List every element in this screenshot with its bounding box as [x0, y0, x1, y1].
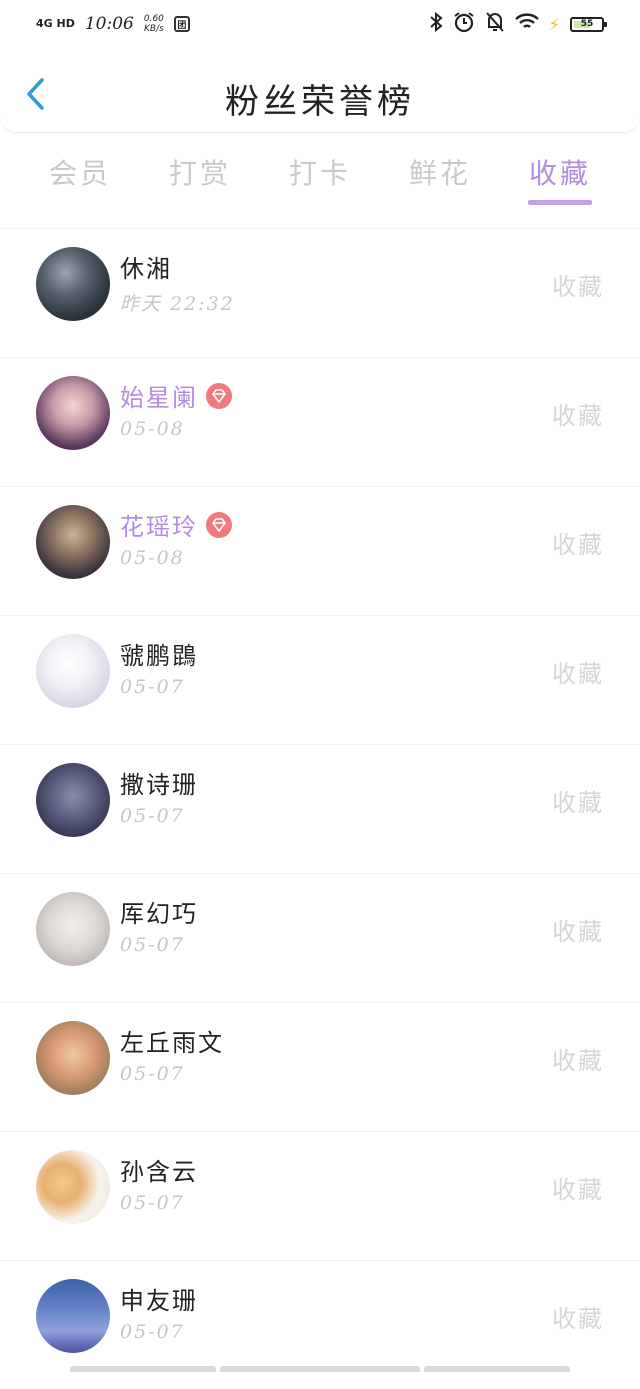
- app-notification-icon: 团: [173, 16, 190, 32]
- charging-icon: ⚡: [548, 14, 560, 34]
- list-item[interactable]: 撒诗珊 05-07 收藏: [0, 744, 640, 873]
- fan-date: 05-07: [120, 676, 185, 698]
- fan-date: 05-07: [120, 934, 185, 956]
- alarm-icon: [453, 11, 475, 37]
- battery-level: 55: [580, 19, 594, 29]
- speed-unit: KB/s: [143, 24, 164, 34]
- favorite-label: 收藏: [552, 660, 604, 688]
- list-item[interactable]: 左丘雨文 05-07 收藏: [0, 1002, 640, 1131]
- list-item[interactable]: 始星阑 05-08 收藏: [0, 357, 640, 486]
- avatar[interactable]: [36, 763, 110, 837]
- clock: 10:06: [84, 14, 134, 34]
- favorite-label: 收藏: [552, 1176, 604, 1204]
- list-item[interactable]: 休湘 昨天 22:32 收藏: [0, 228, 640, 357]
- fan-name[interactable]: 孙含云: [120, 1152, 198, 1187]
- scroll-segment: [220, 1366, 420, 1372]
- avatar[interactable]: [36, 376, 110, 450]
- fan-name[interactable]: 休湘: [120, 249, 172, 284]
- fan-date: 昨天 22:32: [120, 293, 235, 315]
- bluetooth-icon: [429, 11, 443, 36]
- avatar[interactable]: [36, 247, 110, 321]
- favorite-label: 收藏: [552, 789, 604, 817]
- favorite-label: 收藏: [552, 1305, 604, 1333]
- avatar[interactable]: [36, 892, 110, 966]
- favorite-label: 收藏: [552, 402, 604, 430]
- scroll-segment: [70, 1366, 216, 1372]
- network-indicator: 4G HD: [36, 17, 75, 30]
- tab-favorites[interactable]: 收藏: [515, 140, 605, 210]
- status-right: ⚡ 55: [429, 11, 607, 37]
- tab-flowers[interactable]: 鲜花: [395, 140, 485, 210]
- avatar[interactable]: [36, 1150, 110, 1224]
- vip-diamond-icon: [206, 511, 232, 538]
- avatar[interactable]: [36, 1021, 110, 1095]
- favorite-label: 收藏: [552, 531, 604, 559]
- list-item[interactable]: 孙含云 05-07 收藏: [0, 1131, 640, 1260]
- status-bar: 4G HD 10:06 0.60 KB/s 团 ⚡ 55: [0, 0, 640, 48]
- vip-diamond-icon: [206, 382, 232, 409]
- favorite-label: 收藏: [552, 1047, 604, 1075]
- list-item[interactable]: 花瑶玲 05-08 收藏: [0, 486, 640, 615]
- fan-name[interactable]: 撒诗珊: [120, 765, 198, 800]
- battery-icon: 55: [570, 16, 607, 32]
- fan-date: 05-07: [120, 1321, 185, 1343]
- avatar[interactable]: [36, 634, 110, 708]
- fan-name[interactable]: 始星阑: [120, 378, 198, 413]
- page-title: 粉丝荣誉榜: [225, 82, 415, 122]
- fan-date: 05-08: [120, 547, 185, 569]
- list-item[interactable]: 虢鹏鵾 05-07 收藏: [0, 615, 640, 744]
- fan-name[interactable]: 花瑶玲: [120, 507, 198, 542]
- avatar[interactable]: [36, 505, 110, 579]
- tab-members[interactable]: 会员: [35, 140, 125, 210]
- favorite-label: 收藏: [552, 918, 604, 946]
- bottom-scroll-indicator: [70, 1366, 570, 1372]
- speed-value: 0.60: [143, 14, 164, 24]
- fan-date: 05-07: [120, 805, 185, 827]
- fan-list: 休湘 昨天 22:32 收藏 始星阑 05-08 收藏 花瑶玲 05-08 收藏…: [0, 228, 640, 1389]
- scroll-segment: [424, 1366, 570, 1372]
- fan-name[interactable]: 虢鹏鵾: [120, 636, 198, 671]
- fan-name[interactable]: 左丘雨文: [120, 1023, 224, 1058]
- wifi-icon: [514, 13, 539, 35]
- fan-name[interactable]: 厍幻巧: [120, 894, 198, 929]
- tab-tips[interactable]: 打赏: [155, 140, 245, 210]
- list-item[interactable]: 厍幻巧 05-07 收藏: [0, 873, 640, 1002]
- mute-icon: [485, 11, 505, 37]
- fan-date: 05-08: [120, 418, 185, 440]
- tab-bar: 会员 打赏 打卡 鲜花 收藏: [0, 140, 640, 210]
- avatar[interactable]: [36, 1279, 110, 1353]
- fan-date: 05-07: [120, 1063, 185, 1085]
- app-header: 粉丝荣誉榜: [0, 48, 640, 133]
- favorite-label: 收藏: [552, 273, 604, 301]
- tab-checkin[interactable]: 打卡: [275, 140, 365, 210]
- status-left: 4G HD 10:06 0.60 KB/s 团: [36, 14, 190, 34]
- fan-date: 05-07: [120, 1192, 185, 1214]
- fan-name[interactable]: 申友珊: [120, 1281, 198, 1316]
- network-speed: 0.60 KB/s: [144, 14, 164, 34]
